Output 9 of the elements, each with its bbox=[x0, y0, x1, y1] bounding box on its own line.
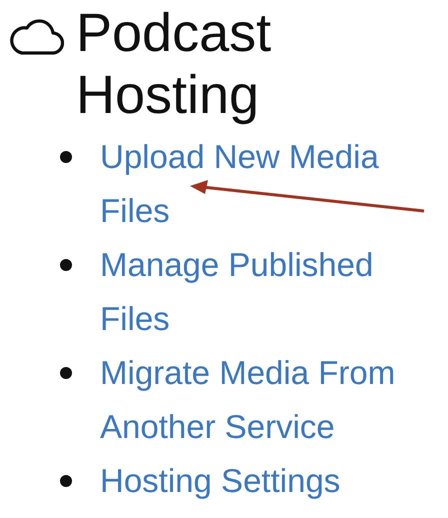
menu-link[interactable]: Manage Published Files bbox=[100, 238, 445, 346]
bullet-icon bbox=[60, 151, 72, 163]
menu-link[interactable]: Hosting Settings bbox=[100, 454, 445, 508]
bullet-icon bbox=[60, 475, 72, 487]
page-title: Podcast Hosting bbox=[76, 2, 272, 126]
menu-link[interactable]: Upload New Media Files bbox=[100, 130, 445, 238]
menu-link[interactable]: Migrate Media From Another Service bbox=[100, 346, 445, 454]
bullet-icon bbox=[60, 367, 72, 379]
bullet-icon bbox=[60, 259, 72, 271]
